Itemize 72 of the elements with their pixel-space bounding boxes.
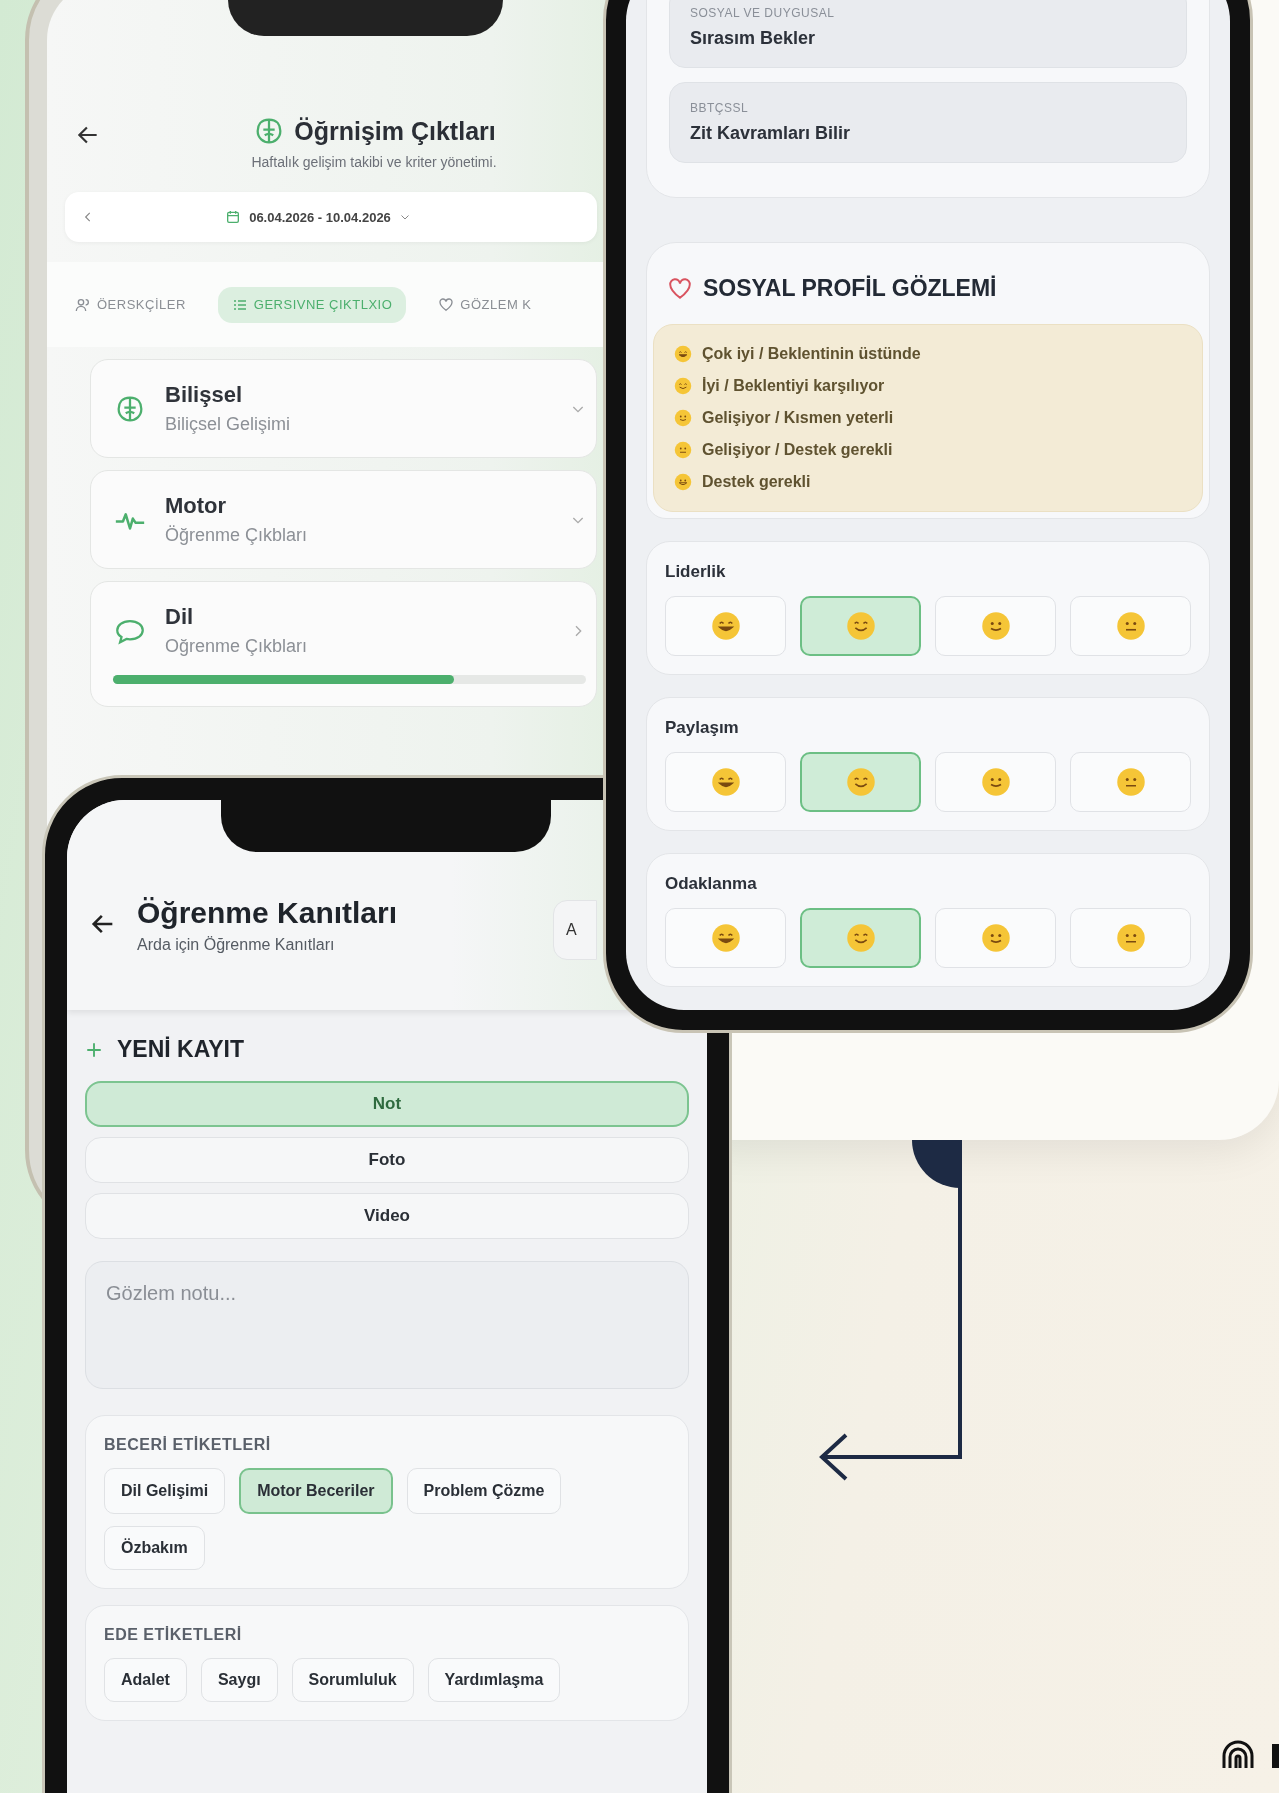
- smiley-icon: [674, 441, 692, 459]
- outcome-category: BBTÇSSL: [690, 101, 750, 115]
- tag-chip[interactable]: Adalet: [104, 1658, 187, 1702]
- smiley-icon: [1115, 923, 1146, 953]
- legend-label: İyi / Beklentiyi karşılıyor: [702, 377, 885, 395]
- domain-card[interactable]: Dil Oğrenme Çıkbları: [90, 581, 597, 707]
- outcome-item[interactable]: SOSYAL VE DUYGUSAL Sırasım Bekler: [669, 0, 1187, 68]
- legend-label: Gelişiyor / Kısmen yeterli: [702, 409, 894, 427]
- tag-group-title: EDE ETİKETLERİ: [104, 1626, 243, 1644]
- smiley-icon: [980, 767, 1011, 797]
- screen-subtitle: Arda için Öğrenme Kanıtları: [137, 936, 336, 954]
- smiley-icon: [710, 767, 741, 797]
- legend-label: Gelişiyor / Destek gerekli: [702, 441, 893, 459]
- section-title: YENİ KAYIT: [117, 1036, 244, 1063]
- domain-subtitle: Oğrenme Çıkbları: [165, 636, 309, 657]
- smiley-icon: [674, 377, 692, 395]
- legend-label: Destek gerekli: [702, 473, 811, 491]
- people-icon: [75, 296, 91, 313]
- smiley-icon: [845, 767, 876, 797]
- arch-logo-icon: [1220, 1738, 1279, 1770]
- rating-label: Odaklanma: [665, 874, 758, 894]
- smiley-icon: [845, 923, 876, 953]
- smiley-icon: [674, 409, 692, 427]
- screen-title: Öğrnişim Çıktları: [294, 116, 496, 146]
- smiley-icon: [845, 611, 876, 641]
- screen-subtitle: Haftalık gelişim takibi ve kriter yönetimi.: [251, 154, 497, 170]
- outcome-category: SOSYAL VE DUYGUSAL: [690, 6, 836, 20]
- domain-card[interactable]: Bilişsel Biliçsel Gelişimi: [90, 359, 597, 458]
- note-field[interactable]: Gözlem notu...: [85, 1261, 689, 1389]
- legend-label: Çok iyi / Beklentinin üstünde: [702, 345, 921, 363]
- smiley-icon: [980, 611, 1011, 641]
- tag-chip[interactable]: Özbakım: [104, 1526, 205, 1570]
- domain-subtitle: Öğrenme Çıkbları: [165, 525, 309, 546]
- section-title: SOSYAL PROFİL GÖZLEMİ: [703, 275, 997, 302]
- domain-title: Bilişsel: [165, 382, 244, 408]
- heart-icon: [438, 296, 455, 313]
- rating-label: Liderlik: [665, 562, 727, 582]
- rating-label: Paylaşım: [665, 718, 740, 738]
- smiley-icon: [980, 923, 1011, 953]
- smiley-icon: [674, 345, 692, 363]
- tag-chip[interactable]: Motor Beceriler: [239, 1468, 393, 1514]
- domain-title: Dil: [165, 604, 195, 630]
- tag-chip[interactable]: Yardımlaşma: [427, 1658, 561, 1702]
- heart-icon: [667, 275, 693, 302]
- entry-type-button[interactable]: Video: [85, 1193, 689, 1239]
- rating-option[interactable]: [800, 596, 921, 656]
- header-button[interactable]: A: [553, 900, 597, 960]
- tag-group-title: BECERİ ETİKETLERİ: [104, 1436, 272, 1454]
- tag-chip[interactable]: Problem Çözme: [406, 1468, 562, 1514]
- date-range: 06.04.2026 - 10.04.2026: [249, 209, 391, 225]
- domain-card[interactable]: Motor Öğrenme Çıkbları: [90, 470, 597, 569]
- tag-chip[interactable]: Dil Gelişimi: [104, 1468, 226, 1514]
- entry-type-button[interactable]: Not: [85, 1081, 689, 1127]
- smiley-icon: [710, 611, 741, 641]
- tag-chip[interactable]: Saygı: [200, 1658, 278, 1702]
- domain-title: Motor: [165, 493, 228, 519]
- outcome-title: Zit Kavramları Bilir: [690, 123, 852, 144]
- tag-chip[interactable]: Sorumluluk: [291, 1658, 414, 1702]
- smiley-icon: [710, 923, 741, 953]
- smiley-icon: [1115, 611, 1146, 641]
- plus-icon: [85, 1040, 103, 1059]
- rating-option[interactable]: [800, 908, 921, 968]
- screen-title: Öğrenme Kanıtları: [137, 896, 399, 930]
- domain-subtitle: Biliçsel Gelişimi: [165, 414, 291, 435]
- smiley-icon: [674, 473, 692, 491]
- date-range-bar[interactable]: 06.04.2026 - 10.04.2026: [65, 192, 597, 242]
- calendar-icon: [225, 209, 242, 225]
- entry-type-button[interactable]: Foto: [85, 1137, 689, 1183]
- outcome-title: Sırasım Bekler: [690, 28, 817, 49]
- smiley-icon: [1115, 767, 1146, 797]
- rating-option[interactable]: [800, 752, 921, 812]
- outcome-item[interactable]: BBTÇSSL Zit Kavramları Bilir: [669, 82, 1187, 163]
